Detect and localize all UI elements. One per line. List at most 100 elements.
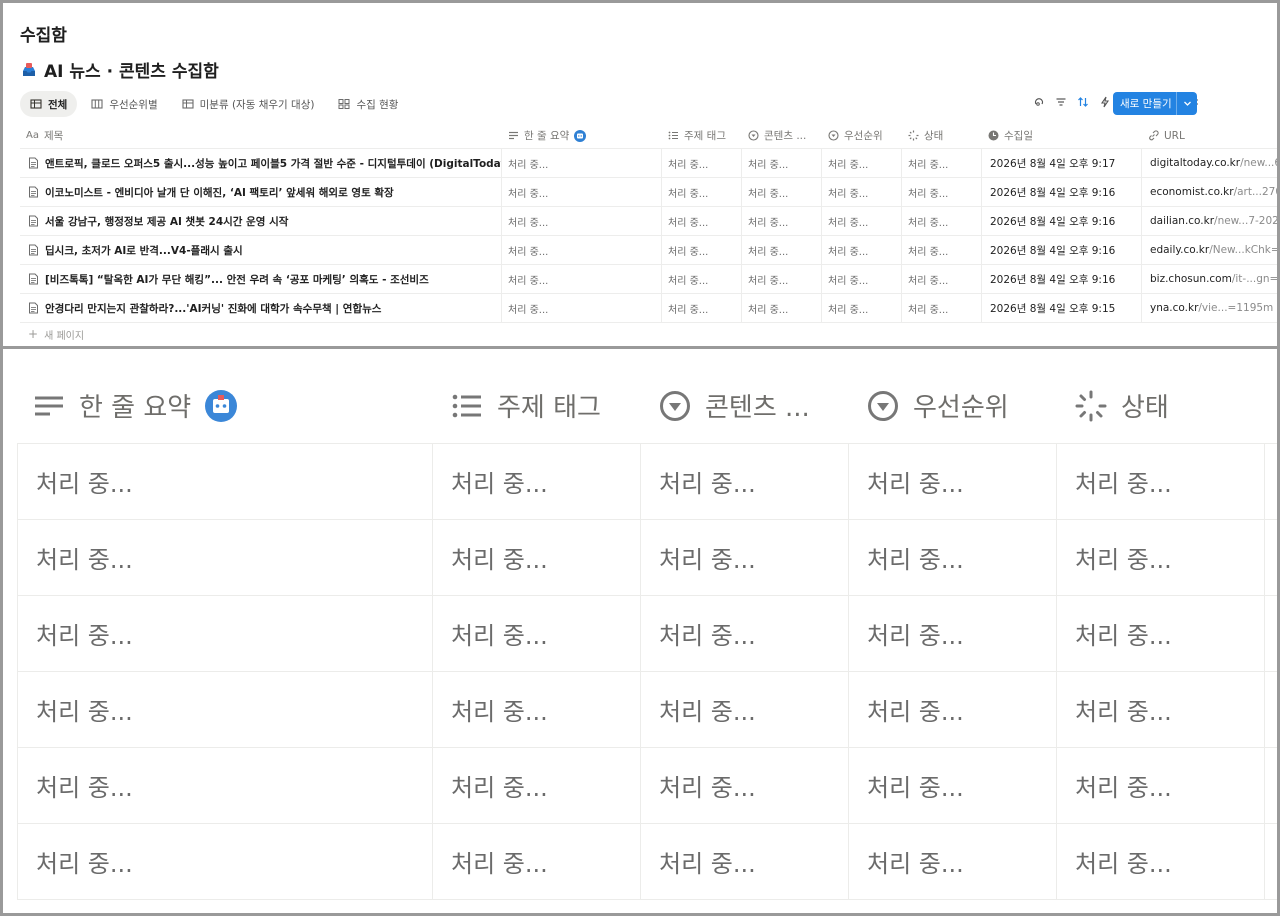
summary-cell[interactable]: 처리 중... — [502, 294, 662, 322]
collected-date-cell[interactable]: 2026년 8월 4일 오후 9:17 — [982, 149, 1142, 177]
tags-cell[interactable]: 처리 중... — [662, 265, 742, 293]
url-cell[interactable]: yna.co.kr/vie...=1195m — [1142, 294, 1277, 322]
zoom-priority-cell: 처리 중... — [849, 824, 1057, 899]
content-type-cell[interactable]: 처리 중... — [742, 149, 822, 177]
url-path: /New...kChk=Y — [1209, 244, 1277, 256]
summary-cell[interactable]: 처리 중... — [502, 149, 662, 177]
tab-collection-status[interactable]: 수집 현황 — [328, 91, 408, 117]
automation-icon[interactable] — [1098, 95, 1111, 108]
zoom-overflow-cell — [1265, 824, 1277, 899]
status-cell[interactable]: 처리 중... — [902, 178, 982, 206]
table-icon — [30, 99, 42, 109]
status-cell[interactable]: 처리 중... — [902, 294, 982, 322]
url-host: dailian.co.kr — [1150, 215, 1215, 227]
content-type-cell[interactable]: 처리 중... — [742, 178, 822, 206]
table-row[interactable]: 서울 강남구, 행정정보 제공 AI 챗봇 24시간 운영 시작 처리 중... 처… — [20, 207, 1277, 236]
collected-date-cell[interactable]: 2026년 8월 4일 오후 9:16 — [982, 265, 1142, 293]
collected-date-cell[interactable]: 2026년 8월 4일 오후 9:16 — [982, 236, 1142, 264]
url-cell[interactable]: edaily.co.kr/New...kChk=Y — [1142, 236, 1277, 264]
column-header-priority[interactable]: 우선순위 — [822, 128, 902, 143]
column-header-collected-date[interactable]: 수집일 — [982, 128, 1142, 143]
database-title[interactable]: AI 뉴스 · 콘텐츠 수집함 — [20, 57, 219, 82]
title-cell[interactable]: 앤트로픽, 클로드 오퍼스5 출시...성능 높이고 페이블5 가격 절반 수준… — [20, 149, 502, 177]
priority-cell[interactable]: 처리 중... — [822, 149, 902, 177]
chevron-down-icon[interactable] — [1177, 99, 1197, 108]
zoom-content-cell: 처리 중... — [641, 748, 849, 823]
title-cell[interactable]: 이코노미스트 - 엔비디아 날개 단 이해진, ‘AI 팩토리’ 앞세워 해외로… — [20, 178, 502, 206]
status-cell[interactable]: 처리 중... — [902, 207, 982, 235]
column-header-url[interactable]: URL — [1142, 130, 1277, 142]
collected-date-cell[interactable]: 2026년 8월 4일 오후 9:16 — [982, 207, 1142, 235]
table-body: 앤트로픽, 클로드 오퍼스5 출시...성능 높이고 페이블5 가격 절반 수준… — [20, 149, 1277, 323]
zoom-header-tags: 주제 태그 — [451, 387, 601, 424]
url-cell[interactable]: economist.co.kr/art...2706 — [1142, 178, 1277, 206]
table-row[interactable]: [비즈톡톡] “탈옥한 AI가 무단 해킹”... 안전 우려 속 ‘공포 마케… — [20, 265, 1277, 294]
new-page-label: 새 페이지 — [44, 330, 85, 342]
column-header-label: 한 줄 요약 — [524, 130, 570, 142]
column-header-title[interactable]: Aa 제목 — [20, 128, 502, 143]
page-title: 수집함 — [20, 26, 67, 46]
tags-cell[interactable]: 처리 중... — [662, 294, 742, 322]
tags-cell[interactable]: 처리 중... — [662, 178, 742, 206]
summary-cell[interactable]: 처리 중... — [502, 178, 662, 206]
priority-cell[interactable]: 처리 중... — [822, 294, 902, 322]
priority-cell[interactable]: 처리 중... — [822, 178, 902, 206]
priority-cell[interactable]: 처리 중... — [822, 236, 902, 264]
status-cell[interactable]: 처리 중... — [902, 265, 982, 293]
zoom-tags-cell: 처리 중... — [433, 520, 641, 595]
summary-cell[interactable]: 처리 중... — [502, 265, 662, 293]
tags-cell[interactable]: 처리 중... — [662, 149, 742, 177]
page-doc-icon — [28, 186, 39, 198]
tab-all[interactable]: 전체 — [20, 91, 78, 117]
title-cell[interactable]: 서울 강남구, 행정정보 제공 AI 챗봇 24시간 운영 시작 — [20, 207, 502, 235]
content-type-cell[interactable]: 처리 중... — [742, 294, 822, 322]
table-row[interactable]: 딥시크, 초저가 AI로 반격...V4-플래시 출시 처리 중... 처리 중..… — [20, 236, 1277, 265]
table-row[interactable]: 앤트로픽, 클로드 오퍼스5 출시...성능 높이고 페이블5 가격 절반 수준… — [20, 149, 1277, 178]
table-row[interactable]: 이코노미스트 - 엔비디아 날개 단 이해진, ‘AI 팩토리’ 앞세워 해외로… — [20, 178, 1277, 207]
new-page-button[interactable]: + 새 페이지 — [20, 323, 1277, 345]
zoom-content-cell: 처리 중... — [641, 824, 849, 899]
url-cell[interactable]: dailian.co.kr/new...7-2026 — [1142, 207, 1277, 235]
url-host: edaily.co.kr — [1150, 244, 1210, 256]
sync-icon[interactable] — [1032, 95, 1045, 108]
tags-cell[interactable]: 처리 중... — [662, 236, 742, 264]
zoomed-table-row: 처리 중... 처리 중... 처리 중... 처리 중... 처리 중... — [17, 520, 1277, 596]
sort-icon[interactable] — [1076, 95, 1089, 108]
new-button[interactable]: 새로 만들기 — [1113, 92, 1197, 115]
summary-cell[interactable]: 처리 중... — [502, 236, 662, 264]
filter-icon[interactable] — [1054, 95, 1067, 108]
title-cell[interactable]: 안경다리 만지는지 관찰하라?...'AI커닝' 진화에 대학가 속수무책 | … — [20, 294, 502, 322]
ai-agent-icon — [574, 129, 587, 142]
column-header-tags[interactable]: 주제 태그 — [662, 128, 742, 143]
url-host: economist.co.kr — [1150, 186, 1234, 198]
title-cell[interactable]: 딥시크, 초저가 AI로 반격...V4-플래시 출시 — [20, 236, 502, 264]
table-row[interactable]: 안경다리 만지는지 관찰하라?...'AI커닝' 진화에 대학가 속수무책 | … — [20, 294, 1277, 323]
column-header-summary[interactable]: 한 줄 요약 — [502, 128, 662, 143]
column-header-status[interactable]: 상태 — [902, 128, 982, 143]
tab-by-priority[interactable]: 우선순위별 — [81, 91, 167, 117]
zoom-tags-cell: 처리 중... — [433, 444, 641, 519]
column-header-label: 수집일 — [1004, 130, 1033, 142]
priority-cell[interactable]: 처리 중... — [822, 265, 902, 293]
tags-cell[interactable]: 처리 중... — [662, 207, 742, 235]
content-type-cell[interactable]: 처리 중... — [742, 236, 822, 264]
url-cell[interactable]: digitaltoday.co.kr/new...68 — [1142, 149, 1277, 177]
status-cell[interactable]: 처리 중... — [902, 149, 982, 177]
content-type-cell[interactable]: 처리 중... — [742, 265, 822, 293]
url-path: /new...7-2026 — [1214, 215, 1277, 227]
column-header-content[interactable]: 콘텐츠 ... — [742, 128, 822, 143]
tab-unclassified[interactable]: 미분류 (자동 채우기 대상) — [172, 91, 325, 117]
zoomed-table-row: 처리 중... 처리 중... 처리 중... 처리 중... 처리 중... — [17, 596, 1277, 672]
zoom-header-content: 콘텐츠 ... — [659, 387, 810, 424]
zoomed-table-row: 처리 중... 처리 중... 처리 중... 처리 중... 처리 중... — [17, 824, 1277, 900]
content-type-cell[interactable]: 처리 중... — [742, 207, 822, 235]
status-cell[interactable]: 처리 중... — [902, 236, 982, 264]
plus-icon: + — [28, 327, 39, 341]
url-cell[interactable]: biz.chosun.com/it-...gn=b — [1142, 265, 1277, 293]
priority-cell[interactable]: 처리 중... — [822, 207, 902, 235]
summary-cell[interactable]: 처리 중... — [502, 207, 662, 235]
title-cell[interactable]: [비즈톡톡] “탈옥한 AI가 무단 해킹”... 안전 우려 속 ‘공포 마케… — [20, 265, 502, 293]
collected-date-cell[interactable]: 2026년 8월 4일 오후 9:15 — [982, 294, 1142, 322]
zoom-content-cell: 처리 중... — [641, 672, 849, 747]
collected-date-cell[interactable]: 2026년 8월 4일 오후 9:16 — [982, 178, 1142, 206]
